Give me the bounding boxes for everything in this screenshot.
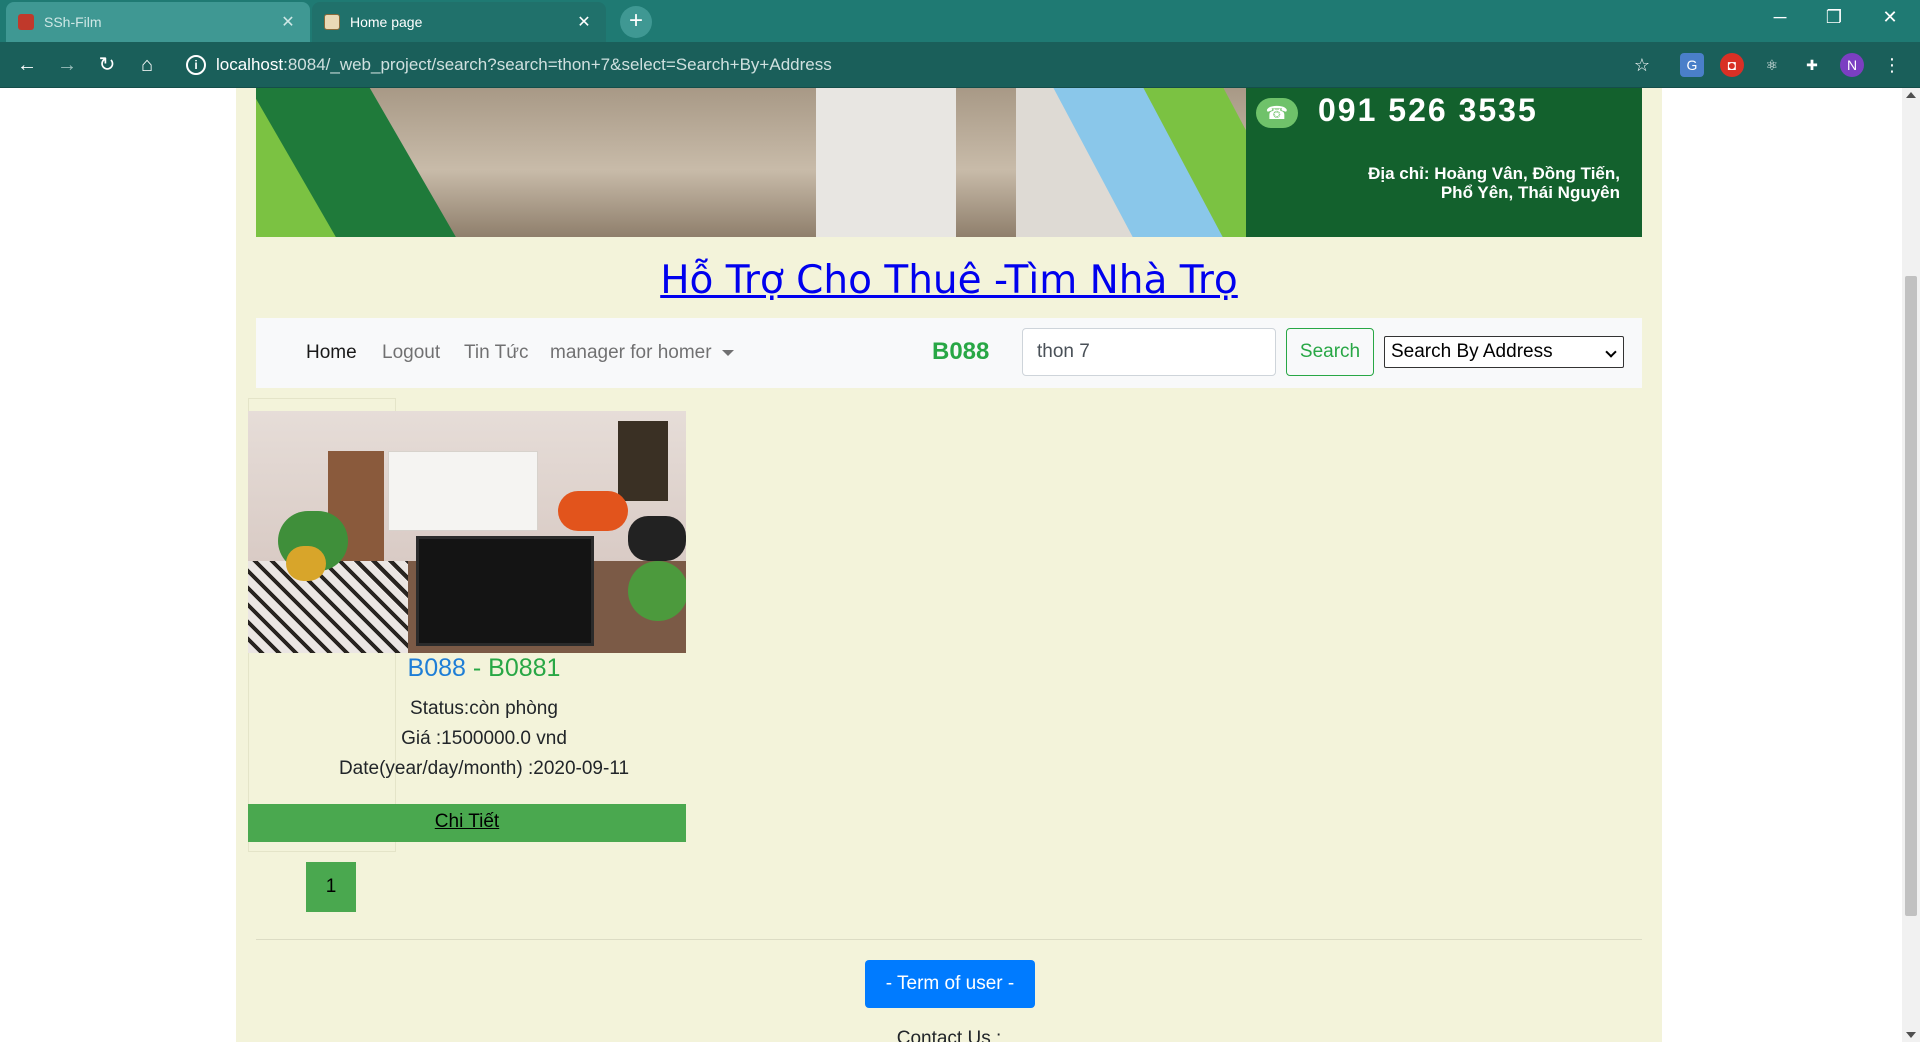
- minimize-icon[interactable]: ─: [1752, 0, 1808, 36]
- header-banner: ☎ 091 526 3535 Địa chỉ: Hoàng Vân, Đồng …: [256, 88, 1642, 237]
- tab-title: SSh-Film: [44, 14, 102, 30]
- banner-address-line: Địa chỉ: Hoàng Vân, Đồng Tiến,: [1368, 164, 1620, 183]
- listing-room-code: B0881: [488, 654, 561, 682]
- url-path: :8084/_web_project/search?search=thon+7&…: [283, 55, 832, 74]
- term-of-user-button[interactable]: - Term of user -: [865, 960, 1035, 1008]
- film-favicon-icon: [18, 14, 34, 30]
- close-icon[interactable]: ✕: [574, 12, 594, 32]
- scroll-down-icon[interactable]: [1906, 1032, 1916, 1038]
- translate-icon[interactable]: G: [1680, 53, 1704, 77]
- photo-cabinet: [388, 451, 538, 531]
- navbar: Home Logout Tin Tức manager for homer B0…: [256, 318, 1642, 388]
- nav-manager-label: manager for homer: [550, 342, 712, 363]
- whatsapp-icon: ☎: [1256, 98, 1298, 128]
- nav-manager-dropdown[interactable]: manager for homer: [550, 342, 734, 364]
- user-code: B088: [932, 338, 990, 365]
- forward-icon[interactable]: →: [52, 50, 82, 80]
- profile-avatar[interactable]: N: [1840, 53, 1864, 77]
- listing-title: B088 - B0881: [248, 654, 720, 683]
- page-favicon-icon: [324, 14, 340, 30]
- pagination-page-1[interactable]: 1: [306, 862, 356, 912]
- reload-icon[interactable]: ↻: [92, 50, 122, 80]
- new-tab-button[interactable]: +: [620, 6, 652, 38]
- photo-frame: [618, 421, 668, 501]
- tab-home-page[interactable]: Home page ✕: [312, 2, 606, 42]
- nav-home[interactable]: Home: [306, 342, 357, 364]
- search-button[interactable]: Search: [1286, 328, 1374, 376]
- browser-toolbar: ← → ↻ ⌂ i localhost:8084/_web_project/se…: [0, 42, 1920, 88]
- nav-logout[interactable]: Logout: [382, 342, 440, 364]
- contact-us-label: Contact Us :: [896, 1028, 1002, 1042]
- photo-flowers: [558, 491, 628, 531]
- home-icon[interactable]: ⌂: [132, 50, 162, 80]
- scroll-up-icon[interactable]: [1906, 92, 1916, 98]
- site-info-icon[interactable]: i: [186, 55, 206, 75]
- photo-plant: [628, 561, 686, 621]
- site-title-link[interactable]: Hỗ Trợ Cho Thuê -Tìm Nhà Trọ: [256, 258, 1642, 303]
- page-scrollbar[interactable]: [1902, 88, 1920, 1042]
- listing-separator: -: [465, 654, 489, 682]
- listing-status: Status:còn phòng: [410, 698, 558, 719]
- photo-speaker: [628, 516, 686, 561]
- listing-owner-code: B088: [407, 654, 466, 682]
- restore-icon[interactable]: ❐: [1806, 0, 1862, 36]
- window-close-icon[interactable]: ✕: [1862, 0, 1918, 36]
- browser-tab-bar: SSh-Film ✕ Home page ✕ + ─ ❐ ✕: [0, 0, 1920, 42]
- caret-down-icon: [721, 349, 734, 356]
- menu-kebab-icon[interactable]: ⋮: [1880, 53, 1904, 77]
- photo-pot: [286, 546, 326, 581]
- search-input[interactable]: [1022, 328, 1276, 376]
- footer-divider: [256, 939, 1642, 940]
- photo-monitor: [416, 536, 594, 646]
- photo-tiles: [248, 561, 408, 653]
- url-host: localhost: [216, 55, 284, 74]
- search-type-select[interactable]: Search By Address: [1384, 336, 1624, 368]
- listing-photo[interactable]: [248, 411, 686, 653]
- listing-date: Date(year/day/month) :2020-09-11: [338, 758, 630, 779]
- banner-address-line: Phổ Yên, Thái Nguyên: [1440, 183, 1620, 202]
- address-bar[interactable]: i localhost:8084/_web_project/search?sea…: [176, 48, 1666, 82]
- chevron-down-icon: [1605, 346, 1617, 358]
- back-icon[interactable]: ←: [12, 50, 42, 80]
- detail-link[interactable]: Chi Tiết: [248, 804, 686, 842]
- search-type-value: Search By Address: [1391, 341, 1553, 362]
- main-container: ☎ 091 526 3535 Địa chỉ: Hoàng Vân, Đồng …: [236, 88, 1662, 1042]
- tab-ssh-film[interactable]: SSh-Film ✕: [6, 2, 310, 42]
- nav-news[interactable]: Tin Tức: [464, 342, 528, 364]
- listing-price: Giá :1500000.0 vnd: [401, 728, 567, 749]
- react-devtools-icon[interactable]: ⚛: [1760, 53, 1784, 77]
- scrollbar-thumb[interactable]: [1905, 276, 1917, 916]
- extension-red-icon[interactable]: ◘: [1720, 53, 1744, 77]
- page-viewport: ☎ 091 526 3535 Địa chỉ: Hoàng Vân, Đồng …: [0, 88, 1920, 1042]
- banner-phone: 091 526 3535: [1318, 92, 1538, 128]
- banner-wall: [816, 88, 956, 237]
- close-icon[interactable]: ✕: [278, 12, 298, 32]
- bookmark-star-icon[interactable]: ☆: [1630, 53, 1654, 77]
- banner-address: Địa chỉ: Hoàng Vân, Đồng Tiến, Phổ Yên, …: [1220, 164, 1620, 202]
- extensions-puzzle-icon[interactable]: ✚: [1800, 53, 1824, 77]
- tab-title: Home page: [350, 14, 423, 30]
